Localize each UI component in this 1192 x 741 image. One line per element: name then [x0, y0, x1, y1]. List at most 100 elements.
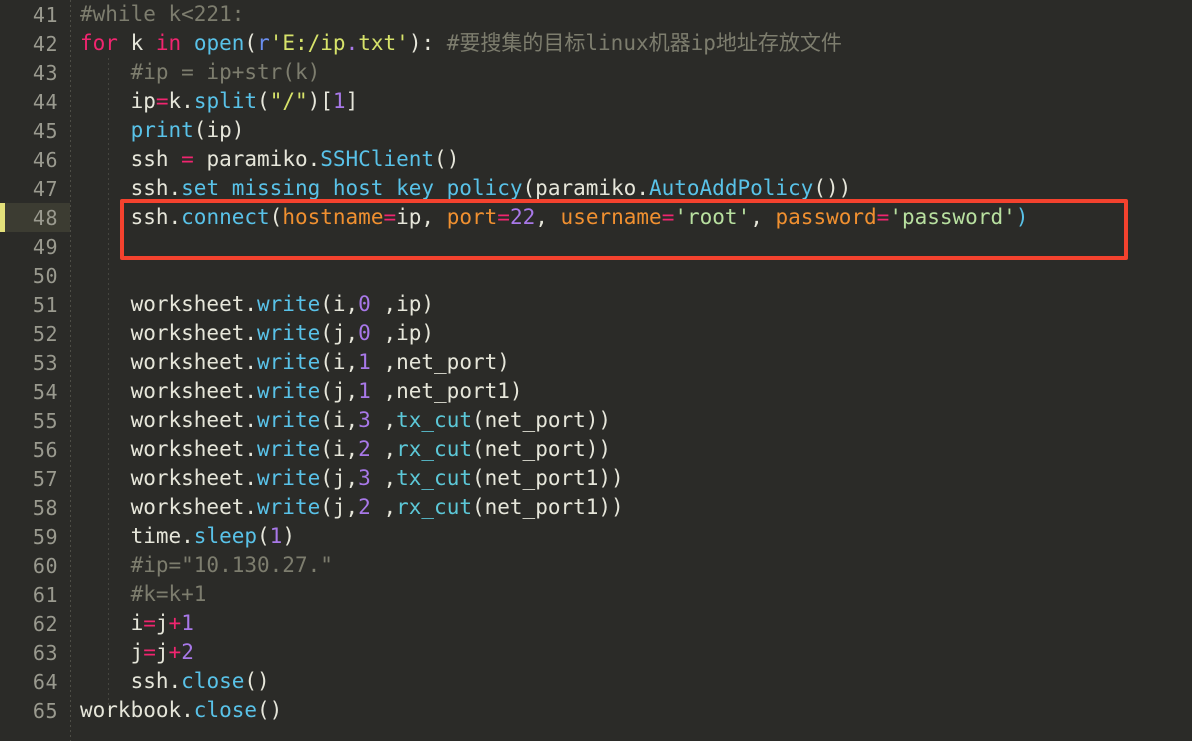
code-text[interactable]: time.sleep(1) — [70, 522, 1192, 551]
line-number: 64 — [32, 669, 58, 694]
token: ( — [269, 205, 283, 229]
code-text[interactable]: worksheet.write(j,1 ,net_port1) — [70, 377, 1192, 406]
code-text[interactable]: #k=k+1 — [70, 580, 1192, 609]
line-change-marker-icon — [0, 493, 5, 522]
code-text[interactable]: j=j+2 — [70, 638, 1192, 667]
line-number-gutter[interactable]: 42 — [0, 29, 70, 58]
code-line-54[interactable]: 54 worksheet.write(j,1 ,net_port1) — [0, 377, 1192, 406]
token: ()) — [813, 176, 852, 200]
token: ,ip) — [370, 292, 435, 316]
code-text[interactable]: worksheet.write(j,3 ,tx_cut(net_port1)) — [70, 464, 1192, 493]
token: = — [181, 147, 194, 171]
code-text[interactable]: worksheet.write(j,0 ,ip) — [70, 319, 1192, 348]
code-text[interactable]: ssh.set_missing_host_key_policy(paramiko… — [70, 174, 1192, 203]
code-text[interactable] — [70, 232, 1192, 261]
code-line-48[interactable]: 48 ssh.connect(hostname=ip, port=22, use… — [0, 203, 1192, 232]
line-number-gutter[interactable]: 56 — [0, 435, 70, 464]
line-change-marker-icon — [0, 580, 5, 609]
code-text[interactable]: print(ip) — [70, 116, 1192, 145]
line-number-gutter[interactable]: 57 — [0, 464, 70, 493]
code-line-55[interactable]: 55 worksheet.write(i,3 ,tx_cut(net_port)… — [0, 406, 1192, 435]
code-editor-view[interactable]: 41 #while k<221: 42 for k in open(r'E:/ip.t… — [0, 0, 1192, 741]
line-number-gutter[interactable]: 52 — [0, 319, 70, 348]
token: worksheet. — [80, 350, 258, 374]
token: 'root' — [674, 205, 751, 229]
code-line-45[interactable]: 45 print(ip) — [0, 116, 1192, 145]
line-number-gutter[interactable]: 51 — [0, 290, 70, 319]
line-number-gutter[interactable]: 58 — [0, 493, 70, 522]
line-number-gutter[interactable]: 48 — [0, 203, 70, 232]
code-line-52[interactable]: 52 worksheet.write(j,0 ,ip) — [0, 319, 1192, 348]
code-text[interactable]: ssh.close() — [70, 667, 1192, 696]
line-number: 51 — [32, 292, 58, 317]
line-number-gutter[interactable]: 50 — [0, 261, 70, 290]
code-text[interactable]: worksheet.write(i,2 ,rx_cut(net_port)) — [70, 435, 1192, 464]
code-line-46[interactable]: 46 ssh = paramiko.SSHClient() — [0, 145, 1192, 174]
line-number-gutter[interactable]: 53 — [0, 348, 70, 377]
code-line-61[interactable]: 61 #k=k+1 — [0, 580, 1192, 609]
code-line-60[interactable]: 60 #ip="10.130.27." — [0, 551, 1192, 580]
code-line-53[interactable]: 53 worksheet.write(i,1 ,net_port) — [0, 348, 1192, 377]
token: 'E:/ip — [269, 31, 346, 55]
line-number-gutter[interactable]: 60 — [0, 551, 70, 580]
code-line-43[interactable]: 43 #ip = ip+str(k) — [0, 58, 1192, 87]
code-text[interactable]: ssh.connect(hostname=ip, port=22, userna… — [70, 203, 1192, 232]
line-number-gutter[interactable]: 49 — [0, 232, 70, 261]
code-text[interactable]: #ip="10.130.27." — [70, 551, 1192, 580]
code-text[interactable]: for k in open(r'E:/ip.txt'): #要搜集的目标linu… — [70, 29, 1192, 58]
code-line-59[interactable]: 59 time.sleep(1) — [0, 522, 1192, 551]
code-line-58[interactable]: 58 worksheet.write(j,2 ,rx_cut(net_port1… — [0, 493, 1192, 522]
code-line-62[interactable]: 62 i=j+1 — [0, 609, 1192, 638]
code-text[interactable]: #ip = ip+str(k) — [70, 58, 1192, 87]
token: write — [257, 437, 321, 461]
code-line-63[interactable]: 63 j=j+2 — [0, 638, 1192, 667]
token: for — [80, 31, 118, 55]
token: ip, — [396, 205, 447, 229]
line-number-gutter[interactable]: 63 — [0, 638, 70, 667]
line-number-gutter[interactable]: 41 — [0, 0, 70, 29]
code-text[interactable]: ip=k.split("/")[1] — [70, 87, 1192, 116]
code-line-50[interactable]: 50 — [0, 261, 1192, 290]
token: #要搜集的目标linux机器ip地址存放文件 — [446, 31, 842, 55]
line-number-gutter[interactable]: 65 — [0, 696, 70, 725]
token: = — [876, 205, 890, 229]
line-number: 52 — [32, 321, 58, 346]
token: i — [80, 611, 144, 635]
line-number-gutter[interactable]: 43 — [0, 58, 70, 87]
code-text[interactable]: workbook.close() — [70, 696, 1192, 725]
code-text[interactable]: worksheet.write(i,1 ,net_port) — [70, 348, 1192, 377]
line-number-gutter[interactable]: 45 — [0, 116, 70, 145]
line-number-gutter[interactable]: 55 — [0, 406, 70, 435]
line-number-gutter[interactable]: 54 — [0, 377, 70, 406]
code-line-49[interactable]: 49 — [0, 232, 1192, 261]
token: j — [155, 611, 169, 635]
code-line-65[interactable]: 65 workbook.close() — [0, 696, 1192, 725]
line-number-gutter[interactable]: 46 — [0, 145, 70, 174]
line-number-gutter[interactable]: 61 — [0, 580, 70, 609]
code-text[interactable]: worksheet.write(i,3 ,tx_cut(net_port)) — [70, 406, 1192, 435]
line-number-gutter[interactable]: 62 — [0, 609, 70, 638]
line-number-gutter[interactable]: 59 — [0, 522, 70, 551]
code-text[interactable] — [70, 261, 1192, 290]
code-text[interactable]: worksheet.write(j,2 ,rx_cut(net_port1)) — [70, 493, 1192, 522]
code-line-56[interactable]: 56 worksheet.write(i,2 ,rx_cut(net_port)… — [0, 435, 1192, 464]
code-text[interactable]: #while k<221: — [70, 0, 1192, 29]
code-line-64[interactable]: 64 ssh.close() — [0, 667, 1192, 696]
line-number: 47 — [32, 176, 58, 201]
code-text[interactable]: i=j+1 — [70, 609, 1192, 638]
code-line-42[interactable]: 42 for k in open(r'E:/ip.txt'): #要搜集的目标li… — [0, 29, 1192, 58]
code-line-41[interactable]: 41 #while k<221: — [0, 0, 1192, 29]
token: tx_cut — [396, 466, 472, 490]
code-text[interactable]: worksheet.write(i,0 ,ip) — [70, 290, 1192, 319]
code-text[interactable]: ssh = paramiko.SSHClient() — [70, 145, 1192, 174]
code-line-57[interactable]: 57 worksheet.write(j,3 ,tx_cut(net_port1… — [0, 464, 1192, 493]
code-line-51[interactable]: 51 worksheet.write(i,0 ,ip) — [0, 290, 1192, 319]
token: = — [383, 205, 397, 229]
line-number-gutter[interactable]: 64 — [0, 667, 70, 696]
line-number-gutter[interactable]: 44 — [0, 87, 70, 116]
line-number-gutter[interactable]: 47 — [0, 174, 70, 203]
code-lines-container[interactable]: 41 #while k<221: 42 for k in open(r'E:/ip.t… — [0, 0, 1192, 725]
code-line-44[interactable]: 44 ip=k.split("/")[1] — [0, 87, 1192, 116]
code-line-47[interactable]: 47 ssh.set_missing_host_key_policy(param… — [0, 174, 1192, 203]
